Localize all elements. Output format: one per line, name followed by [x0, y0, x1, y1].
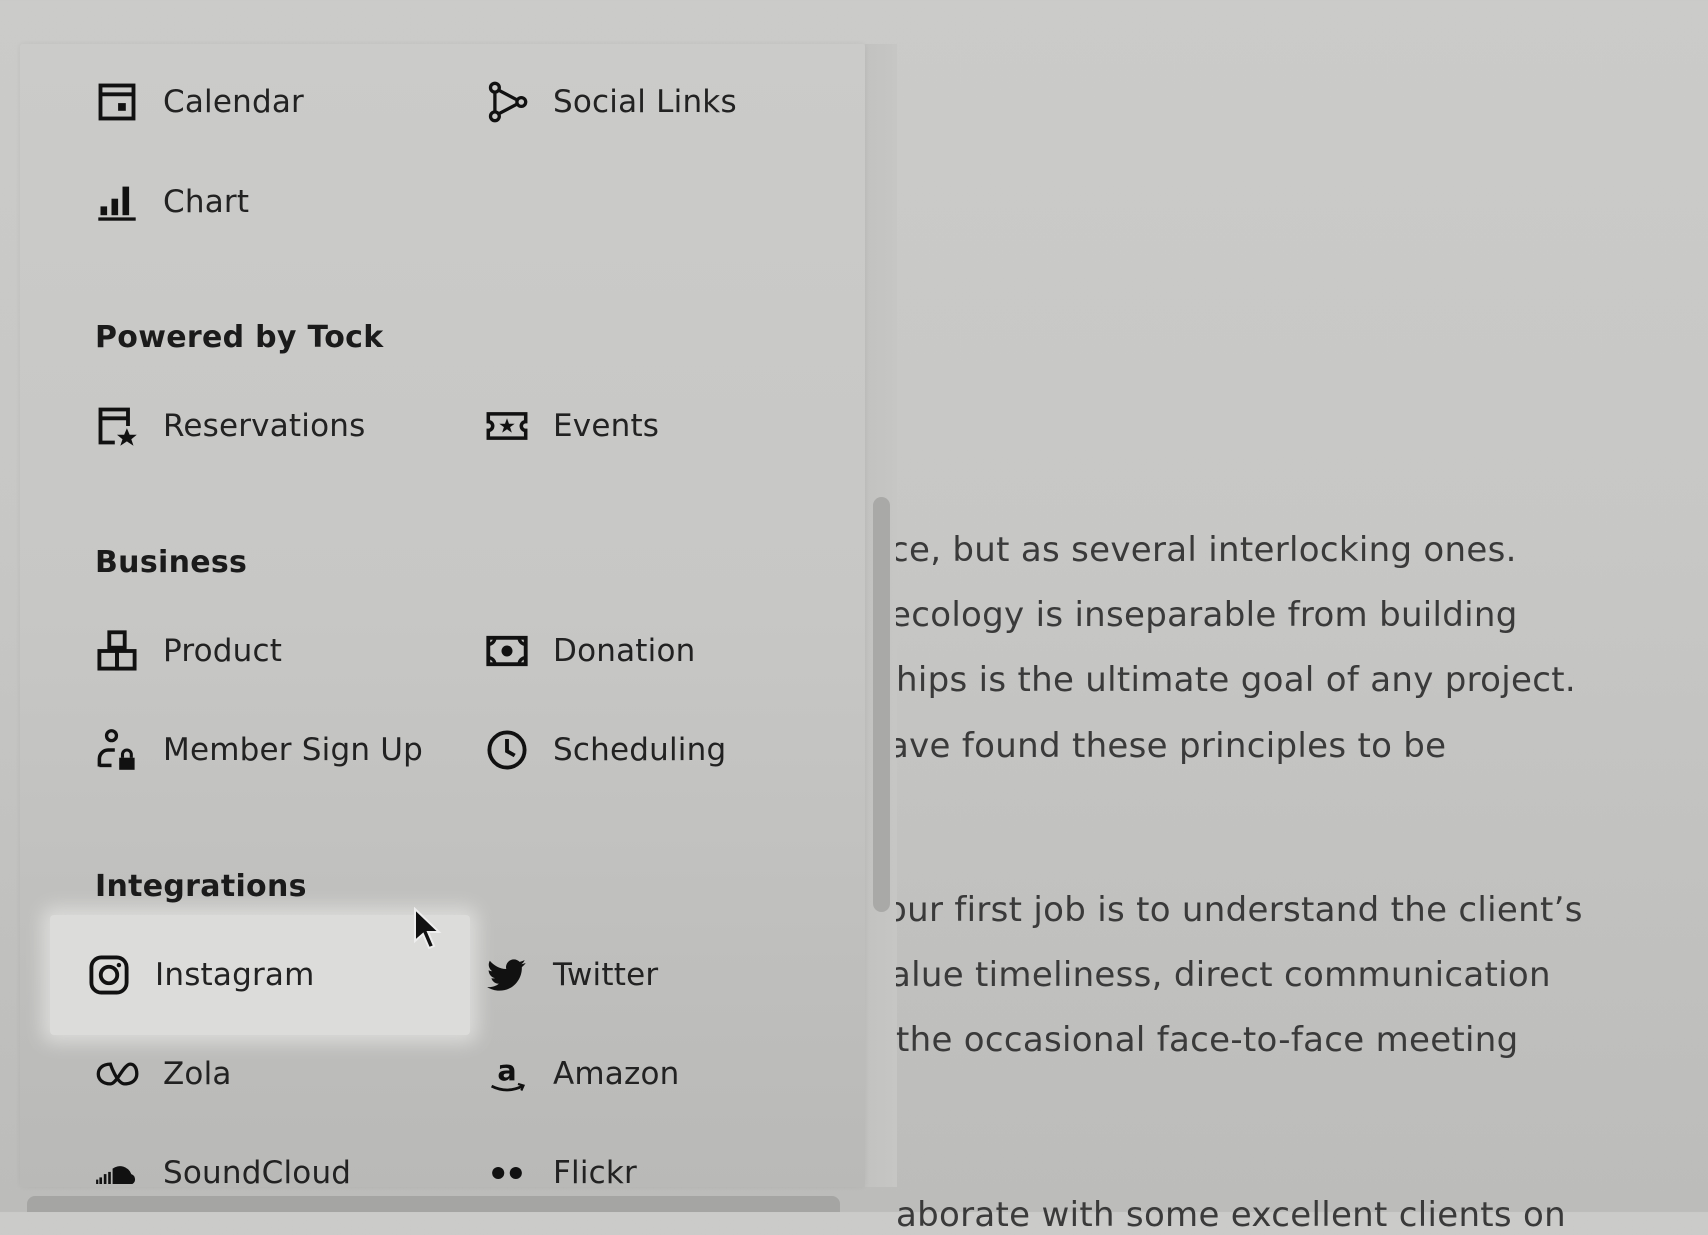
mouse-cursor-icon: [414, 907, 442, 950]
flickr-icon: [483, 1149, 531, 1197]
menu-item-label: Donation: [553, 633, 696, 669]
zola-icon: [93, 1050, 141, 1098]
member-lock-icon: [93, 726, 141, 774]
calendar-icon: [93, 78, 141, 126]
menu-item-label: Reservations: [163, 408, 366, 444]
menu-item-zola[interactable]: Zola: [93, 1044, 232, 1104]
clock-icon: [483, 726, 531, 774]
menu-item-calendar[interactable]: Calendar: [93, 72, 304, 132]
menu-item-amazon[interactable]: a Amazon: [483, 1044, 680, 1104]
menu-item-instagram[interactable]: Instagram: [85, 945, 315, 1005]
body-line: ce, but as several interlocking ones.: [890, 530, 1517, 570]
menu-item-label: Events: [553, 408, 660, 444]
body-line: our first job is to understand the clien…: [886, 890, 1583, 930]
menu-item-product[interactable]: Product: [93, 621, 282, 681]
menu-item-soundcloud[interactable]: SoundCloud: [93, 1143, 351, 1203]
social-links-icon: [483, 78, 531, 126]
menu-item-twitter[interactable]: Twitter: [483, 945, 658, 1005]
menu-item-label: Instagram: [155, 957, 315, 993]
menu-item-social-links[interactable]: Social Links: [483, 72, 737, 132]
menu-item-label: Chart: [163, 184, 250, 220]
menu-item-member-sign-up[interactable]: Member Sign Up: [93, 720, 423, 780]
body-line-partial: aborate with some excellent clients on: [896, 1195, 1567, 1235]
product-icon: [93, 627, 141, 675]
body-line: alue timeliness, direct communication: [890, 955, 1551, 995]
body-line: the occasional face-to-face meeting: [896, 1020, 1519, 1060]
donation-icon: [483, 627, 531, 675]
twitter-icon: [483, 951, 531, 999]
menu-item-label: Zola: [163, 1056, 232, 1092]
horizontal-scrollbar[interactable]: [27, 1196, 840, 1212]
instagram-icon: [85, 951, 133, 999]
amazon-icon: a: [483, 1050, 531, 1098]
menu-item-label: Scheduling: [553, 732, 727, 768]
menu-item-label: Social Links: [553, 84, 737, 120]
menu-item-label: Amazon: [553, 1056, 680, 1092]
reservations-icon: [93, 402, 141, 450]
section-title-powered-by-tock: Powered by Tock: [95, 320, 384, 355]
menu-item-chart[interactable]: Chart: [93, 172, 249, 232]
menu-item-label: Twitter: [553, 957, 659, 993]
menu-item-label: Flickr: [553, 1155, 637, 1191]
menu-item-label: SoundCloud: [163, 1155, 352, 1191]
section-title-integrations: Integrations: [95, 869, 307, 904]
body-line: hips is the ultimate goal of any project…: [896, 660, 1576, 700]
svg-text:a: a: [497, 1054, 516, 1088]
body-line: ecology is inseparable from building: [890, 595, 1518, 635]
chart-icon: [93, 178, 141, 226]
ticket-icon: [483, 402, 531, 450]
menu-item-label: Calendar: [163, 84, 304, 120]
section-title-business: Business: [95, 545, 248, 580]
menu-item-events[interactable]: Events: [483, 396, 659, 456]
menu-item-reservations[interactable]: Reservations: [93, 396, 365, 456]
vertical-scrollbar[interactable]: [873, 497, 890, 912]
menu-item-label: Member Sign Up: [163, 732, 424, 768]
soundcloud-icon: [93, 1149, 141, 1197]
menu-item-flickr[interactable]: Flickr: [483, 1143, 637, 1203]
body-line: ave found these principles to be: [888, 726, 1447, 766]
menu-item-donation[interactable]: Donation: [483, 621, 695, 681]
menu-item-label: Product: [163, 633, 283, 669]
menu-item-scheduling[interactable]: Scheduling: [483, 720, 726, 780]
